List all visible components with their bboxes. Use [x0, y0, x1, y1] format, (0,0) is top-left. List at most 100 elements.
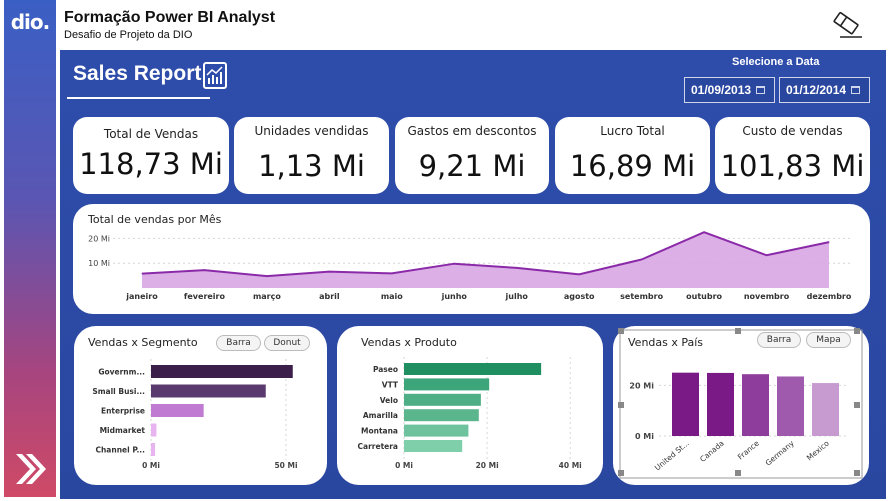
y-tick-label: VTT — [382, 380, 399, 389]
x-tick-label: 0 Mi — [142, 461, 160, 470]
kpi-label: Custo de vendas — [742, 124, 843, 138]
kpi-value: 101,83 Mi — [720, 149, 865, 183]
x-tick-label: maio — [381, 292, 403, 301]
start-date-input[interactable]: 01/09/2013 — [684, 77, 775, 103]
chevron-right-icon — [16, 454, 46, 484]
y-tick-label: 10 Mi — [88, 259, 110, 268]
title-underline — [67, 97, 210, 99]
data-point — [203, 269, 205, 271]
data-point — [328, 271, 330, 273]
data-point — [453, 263, 455, 265]
app-subtitle: Desafio de Projeto da DIO — [64, 29, 193, 41]
resize-handle — [618, 470, 624, 476]
monthly-sales-chart: 10 Mi 20 Mi janeiro fevereiro março abril maio… — [88, 231, 853, 301]
product-chart-card[interactable]: Vendas x Produto 0 Mi 20 Mi 40 Mi Paseo VTT V… — [337, 326, 603, 485]
x-tick-label: 0 Mi — [395, 461, 413, 470]
resize-handle — [854, 470, 860, 476]
kpi-card-descontos: Gastos em descontos 9,21 Mi — [395, 117, 549, 194]
data-point — [703, 231, 705, 233]
x-tick-label: Germany — [764, 438, 797, 467]
kpi-value: 1,13 Mi — [258, 149, 365, 183]
calendar-icon — [851, 86, 861, 94]
x-tick-label: outubro — [686, 292, 722, 301]
y-tick-label: Paseo — [373, 365, 398, 374]
resize-handle — [735, 470, 741, 476]
y-tick-label: Midmarket — [100, 426, 146, 435]
x-tick-label: fevereiro — [184, 292, 226, 301]
resize-handle — [618, 402, 624, 408]
end-date-input[interactable]: 01/12/2014 — [779, 77, 870, 103]
bar — [742, 374, 769, 436]
kpi-card-custo: Custo de vendas 101,83 Mi — [715, 117, 870, 194]
bar — [404, 409, 479, 422]
bar — [151, 423, 157, 437]
kpi-value: 118,73 Mi — [79, 147, 223, 181]
kpi-label: Gastos em descontos — [407, 124, 537, 138]
data-point — [391, 272, 393, 274]
data-point — [766, 254, 768, 256]
bar — [777, 376, 804, 436]
kpi-label: Unidades vendidas — [254, 124, 369, 138]
monthly-sales-chart-card[interactable]: Total de vendas por Mês 10 Mi 20 Mi janeir… — [73, 204, 870, 314]
kpi-value: 16,89 Mi — [569, 149, 696, 183]
product-bar-chart: 0 Mi 20 Mi 40 Mi Paseo VTT Velo Amarilla Montan… — [358, 357, 582, 470]
eraser-icon — [833, 11, 862, 38]
clear-filters-button[interactable] — [826, 10, 866, 40]
x-tick-label: junho — [441, 292, 468, 301]
y-tick-label: Channel P... — [95, 446, 145, 455]
data-point — [141, 273, 143, 275]
x-tick-label: março — [253, 292, 281, 301]
x-tick-label: Mexico — [805, 438, 831, 462]
x-tick-label: 20 Mi — [476, 461, 499, 470]
kpi-card-lucro: Lucro Total 16,89 Mi — [555, 117, 710, 194]
bar — [672, 372, 699, 436]
bar — [151, 384, 266, 398]
bar — [404, 393, 481, 406]
bar — [404, 378, 490, 391]
app-header: Formação Power BI Analyst Desafio de Pro… — [56, 0, 890, 46]
next-page-button[interactable] — [8, 448, 50, 490]
bar — [404, 440, 463, 452]
y-tick-label: Velo — [380, 396, 398, 405]
y-tick-label: Governm... — [98, 368, 145, 377]
segment-bar-chart: 0 Mi 50 Mi Governm... Small Busi... Enterpri… — [92, 359, 298, 470]
resize-handle — [735, 328, 741, 334]
bar — [404, 363, 542, 375]
x-tick-label: France — [736, 438, 761, 461]
x-tick-label: janeiro — [125, 292, 158, 301]
start-date-value: 01/09/2013 — [691, 83, 752, 97]
x-tick-label: 40 Mi — [559, 461, 582, 470]
resize-handle — [854, 328, 860, 334]
data-point — [641, 258, 643, 260]
y-tick-label: 20 Mi — [629, 381, 654, 390]
x-tick-label: 50 Mi — [274, 461, 297, 470]
bar — [151, 365, 293, 378]
kpi-card-total-vendas: Total de Vendas 118,73 Mi — [73, 117, 229, 194]
chart-trend-icon — [203, 62, 227, 89]
y-tick-label: 0 Mi — [635, 432, 654, 441]
bar — [151, 404, 204, 417]
data-point — [516, 267, 518, 269]
data-point — [828, 241, 830, 243]
x-tick-label: abril — [319, 292, 340, 301]
date-filter-label: Selecione a Data — [732, 56, 820, 68]
country-chart-card[interactable]: Vendas x País Barra Mapa 0 Mi 20 Mi United… — [613, 326, 869, 485]
x-tick-label: Canada — [698, 439, 726, 464]
report-title: Sales Report — [73, 62, 202, 85]
y-tick-label: Enterprise — [101, 407, 145, 416]
y-tick-label: Carretera — [358, 442, 398, 451]
resize-handle — [618, 328, 624, 334]
x-tick-label: setembro — [620, 292, 663, 301]
dio-logo: dio. — [10, 10, 51, 34]
segment-chart-card[interactable]: Vendas x Segmento Barra Donut 0 Mi 50 Mi G… — [74, 326, 327, 485]
country-bar-chart: 0 Mi 20 Mi United St... Canada France Germany… — [618, 328, 863, 479]
x-tick-label: agosto — [564, 292, 595, 301]
y-tick-label: Montana — [361, 427, 398, 436]
x-tick-label: United St... — [653, 439, 691, 473]
resize-handle — [854, 402, 860, 408]
x-tick-label: dezembro — [807, 292, 852, 301]
bar — [151, 443, 156, 456]
kpi-value: 9,21 Mi — [418, 149, 526, 183]
y-tick-label: 20 Mi — [88, 234, 110, 243]
bar — [812, 383, 839, 436]
